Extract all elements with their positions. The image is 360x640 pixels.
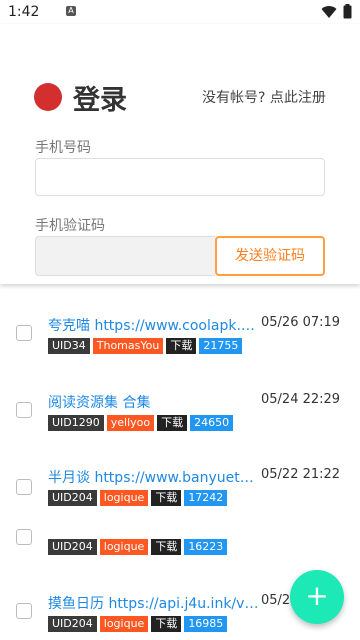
item-date: 05/2	[261, 593, 291, 608]
item-title[interactable]: 阅读资源集 合集	[48, 392, 260, 412]
item-tags: UID1290 yellyoo 下载 24650	[48, 415, 234, 431]
login-title: 登录	[73, 85, 127, 116]
user-tag: logique	[99, 490, 149, 506]
download-label-tag: 下载	[151, 539, 182, 555]
user-tag: logique	[99, 539, 149, 555]
brand-dot-icon	[34, 83, 62, 111]
uid-tag: UID204	[48, 490, 97, 506]
user-tag: yellyoo	[106, 415, 155, 431]
item-tags: UID204 logique 下载 17242	[48, 490, 228, 506]
list-item[interactable]: 夸克喵 https://www.coolapk.com/... 05/26 07…	[0, 307, 360, 371]
item-checkbox[interactable]	[16, 603, 32, 619]
user-tag: ThomasYou	[92, 338, 164, 354]
notification-icon: A	[66, 6, 76, 16]
phone-input[interactable]	[35, 158, 325, 196]
item-title[interactable]: 夸克喵 https://www.coolapk.com/...	[48, 315, 260, 335]
item-title[interactable]: 摸鱼日历 https://api.j4u.ink/v1/st...	[48, 593, 260, 613]
download-label-tag: 下载	[151, 490, 182, 506]
status-icons	[321, 4, 352, 19]
code-label: 手机验证码	[35, 218, 105, 234]
list-item[interactable]: UID204 logique 下载 16223	[0, 525, 360, 565]
uid-tag: UID204	[48, 539, 97, 555]
list-item[interactable]: 阅读资源集 合集 05/24 22:29 UID1290 yellyoo 下载 …	[0, 385, 360, 449]
item-checkbox[interactable]	[16, 325, 32, 341]
code-input[interactable]	[35, 236, 215, 276]
user-tag: logique	[99, 616, 149, 632]
download-count-tag: 24650	[190, 415, 234, 431]
uid-tag: UID1290	[48, 415, 104, 431]
phone-label: 手机号码	[35, 140, 91, 156]
battery-icon	[343, 4, 352, 19]
item-checkbox[interactable]	[16, 479, 32, 495]
register-prompt: 没有帐号? 点此注册	[202, 87, 326, 107]
item-tags: UID204 logique 下载 16223	[48, 539, 228, 555]
item-tags: UID34 ThomasYou 下载 21755	[48, 338, 243, 354]
register-link[interactable]: 点此注册	[270, 90, 326, 106]
login-panel: 登录 没有帐号? 点此注册 手机号码 手机验证码 发送验证码	[0, 24, 360, 284]
download-count-tag: 16223	[184, 539, 228, 555]
download-label-tag: 下载	[157, 415, 188, 431]
item-title[interactable]: 半月谈 https://www.banyuetanap...	[48, 467, 260, 487]
item-date: 05/24 22:29	[261, 392, 341, 407]
status-time: 1:42	[8, 4, 40, 20]
list-item[interactable]: 半月谈 https://www.banyuetanap... 05/22 21:…	[0, 461, 360, 525]
register-text: 没有帐号?	[202, 90, 266, 106]
item-date: 05/22 21:22	[261, 467, 341, 482]
item-checkbox[interactable]	[16, 402, 32, 418]
wifi-icon	[321, 5, 337, 18]
item-tags: UID204 logique 下载 16985	[48, 616, 228, 632]
download-count-tag: 16985	[184, 616, 228, 632]
uid-tag: UID34	[48, 338, 90, 354]
add-button[interactable]: +	[290, 570, 344, 624]
download-label-tag: 下载	[151, 616, 182, 632]
download-count-tag: 21755	[199, 338, 243, 354]
item-date: 05/26 07:19	[261, 315, 341, 330]
item-checkbox[interactable]	[16, 529, 32, 545]
uid-tag: UID204	[48, 616, 97, 632]
download-count-tag: 17242	[184, 490, 228, 506]
download-label-tag: 下载	[166, 338, 197, 354]
send-code-button[interactable]: 发送验证码	[215, 236, 325, 276]
status-bar: 1:42 A	[0, 0, 360, 24]
